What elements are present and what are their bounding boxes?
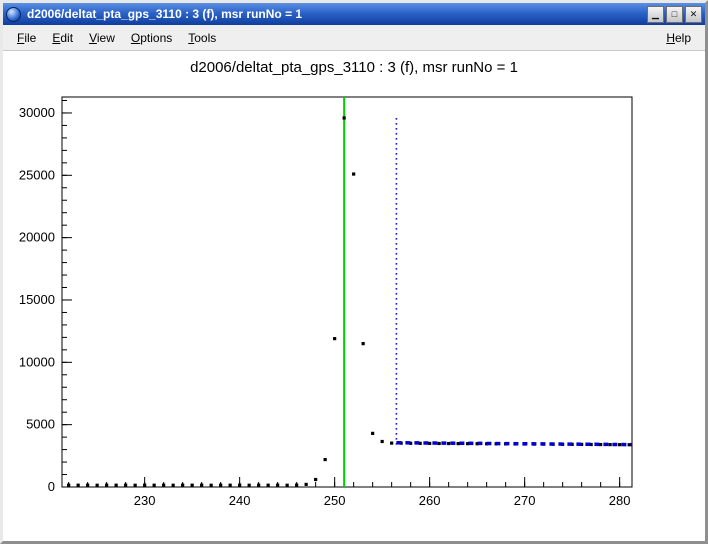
y-tick-label: 20000 bbox=[19, 230, 55, 245]
data-point bbox=[447, 442, 450, 445]
x-tick-label: 250 bbox=[324, 493, 346, 508]
plot-frame bbox=[62, 97, 632, 487]
y-tick-label: 10000 bbox=[19, 354, 55, 369]
x-tick-label: 280 bbox=[609, 493, 631, 508]
y-tick-label: 30000 bbox=[19, 105, 55, 120]
data-point bbox=[67, 484, 70, 487]
window-controls: ▁ □ ✕ bbox=[647, 6, 702, 23]
data-point bbox=[115, 484, 118, 487]
data-point bbox=[295, 483, 298, 486]
window-title: d2006/deltat_pta_gps_3110 : 3 (f), msr r… bbox=[27, 7, 647, 21]
background-level-line bbox=[396, 443, 632, 445]
x-tick-label: 230 bbox=[134, 493, 156, 508]
data-point bbox=[428, 442, 431, 445]
canvas-area[interactable]: d2006/deltat_pta_gps_3110 : 3 (f), msr r… bbox=[3, 51, 705, 541]
data-point bbox=[599, 443, 602, 446]
data-point bbox=[352, 172, 355, 175]
data-point bbox=[181, 484, 184, 487]
data-point bbox=[628, 443, 631, 446]
data-point bbox=[210, 484, 213, 487]
x-tick-label: 260 bbox=[419, 493, 441, 508]
data-point bbox=[96, 484, 99, 487]
y-tick-label: 15000 bbox=[19, 292, 55, 307]
menu-options[interactable]: Options bbox=[123, 28, 180, 48]
data-point bbox=[286, 484, 289, 487]
menu-file[interactable]: File bbox=[9, 28, 44, 48]
data-point bbox=[134, 484, 137, 487]
data-point bbox=[162, 484, 165, 487]
data-point bbox=[105, 484, 108, 487]
data-points bbox=[67, 116, 631, 487]
data-point bbox=[200, 484, 203, 487]
data-point bbox=[276, 484, 279, 487]
data-point bbox=[267, 484, 270, 487]
data-point bbox=[124, 484, 127, 487]
data-point bbox=[219, 484, 222, 487]
data-point bbox=[77, 484, 80, 487]
x-axis: 230 240 250 260 270 280 bbox=[69, 477, 631, 508]
minimize-icon: ▁ bbox=[652, 10, 659, 19]
x-tick-label: 270 bbox=[514, 493, 536, 508]
data-point bbox=[305, 483, 308, 486]
y-tick-label: 25000 bbox=[19, 167, 55, 182]
data-point bbox=[618, 443, 621, 446]
minimize-button[interactable]: ▁ bbox=[647, 6, 664, 23]
data-point bbox=[362, 342, 365, 345]
data-point bbox=[172, 484, 175, 487]
x-tick-label: 240 bbox=[229, 493, 251, 508]
data-point bbox=[257, 484, 260, 487]
data-point bbox=[457, 442, 460, 445]
data-point bbox=[343, 116, 346, 119]
maximize-button[interactable]: □ bbox=[666, 6, 683, 23]
menu-edit[interactable]: Edit bbox=[44, 28, 81, 48]
menu-view[interactable]: View bbox=[81, 28, 123, 48]
y-tick-label: 5000 bbox=[26, 417, 55, 432]
data-point bbox=[238, 484, 241, 487]
menu-tools[interactable]: Tools bbox=[180, 28, 224, 48]
data-point bbox=[381, 440, 384, 443]
histogram-chart[interactable]: 230 240 250 260 270 280 0 5000 10000 15000 20000 25… bbox=[3, 51, 705, 541]
menubar: File Edit View Options Tools Help bbox=[3, 25, 705, 51]
data-point bbox=[248, 484, 251, 487]
maximize-icon: □ bbox=[672, 10, 677, 19]
data-point bbox=[438, 442, 441, 445]
menu-help[interactable]: Help bbox=[658, 28, 699, 48]
data-point bbox=[191, 484, 194, 487]
data-point bbox=[609, 443, 612, 446]
titlebar[interactable]: d2006/deltat_pta_gps_3110 : 3 (f), msr r… bbox=[3, 3, 705, 25]
window: d2006/deltat_pta_gps_3110 : 3 (f), msr r… bbox=[0, 0, 708, 544]
close-icon: ✕ bbox=[690, 10, 698, 19]
data-point bbox=[390, 442, 393, 445]
y-axis: 0 5000 10000 15000 20000 25000 30000 bbox=[19, 100, 72, 494]
data-point bbox=[333, 337, 336, 340]
data-point bbox=[86, 484, 89, 487]
data-point bbox=[314, 478, 317, 481]
data-point bbox=[229, 484, 232, 487]
data-point bbox=[153, 484, 156, 487]
reference-lines-above bbox=[396, 115, 632, 444]
y-tick-label: 0 bbox=[48, 479, 55, 494]
data-point bbox=[371, 432, 374, 435]
close-button[interactable]: ✕ bbox=[685, 6, 702, 23]
data-point bbox=[324, 458, 327, 461]
app-icon[interactable] bbox=[6, 7, 21, 22]
data-point bbox=[143, 484, 146, 487]
